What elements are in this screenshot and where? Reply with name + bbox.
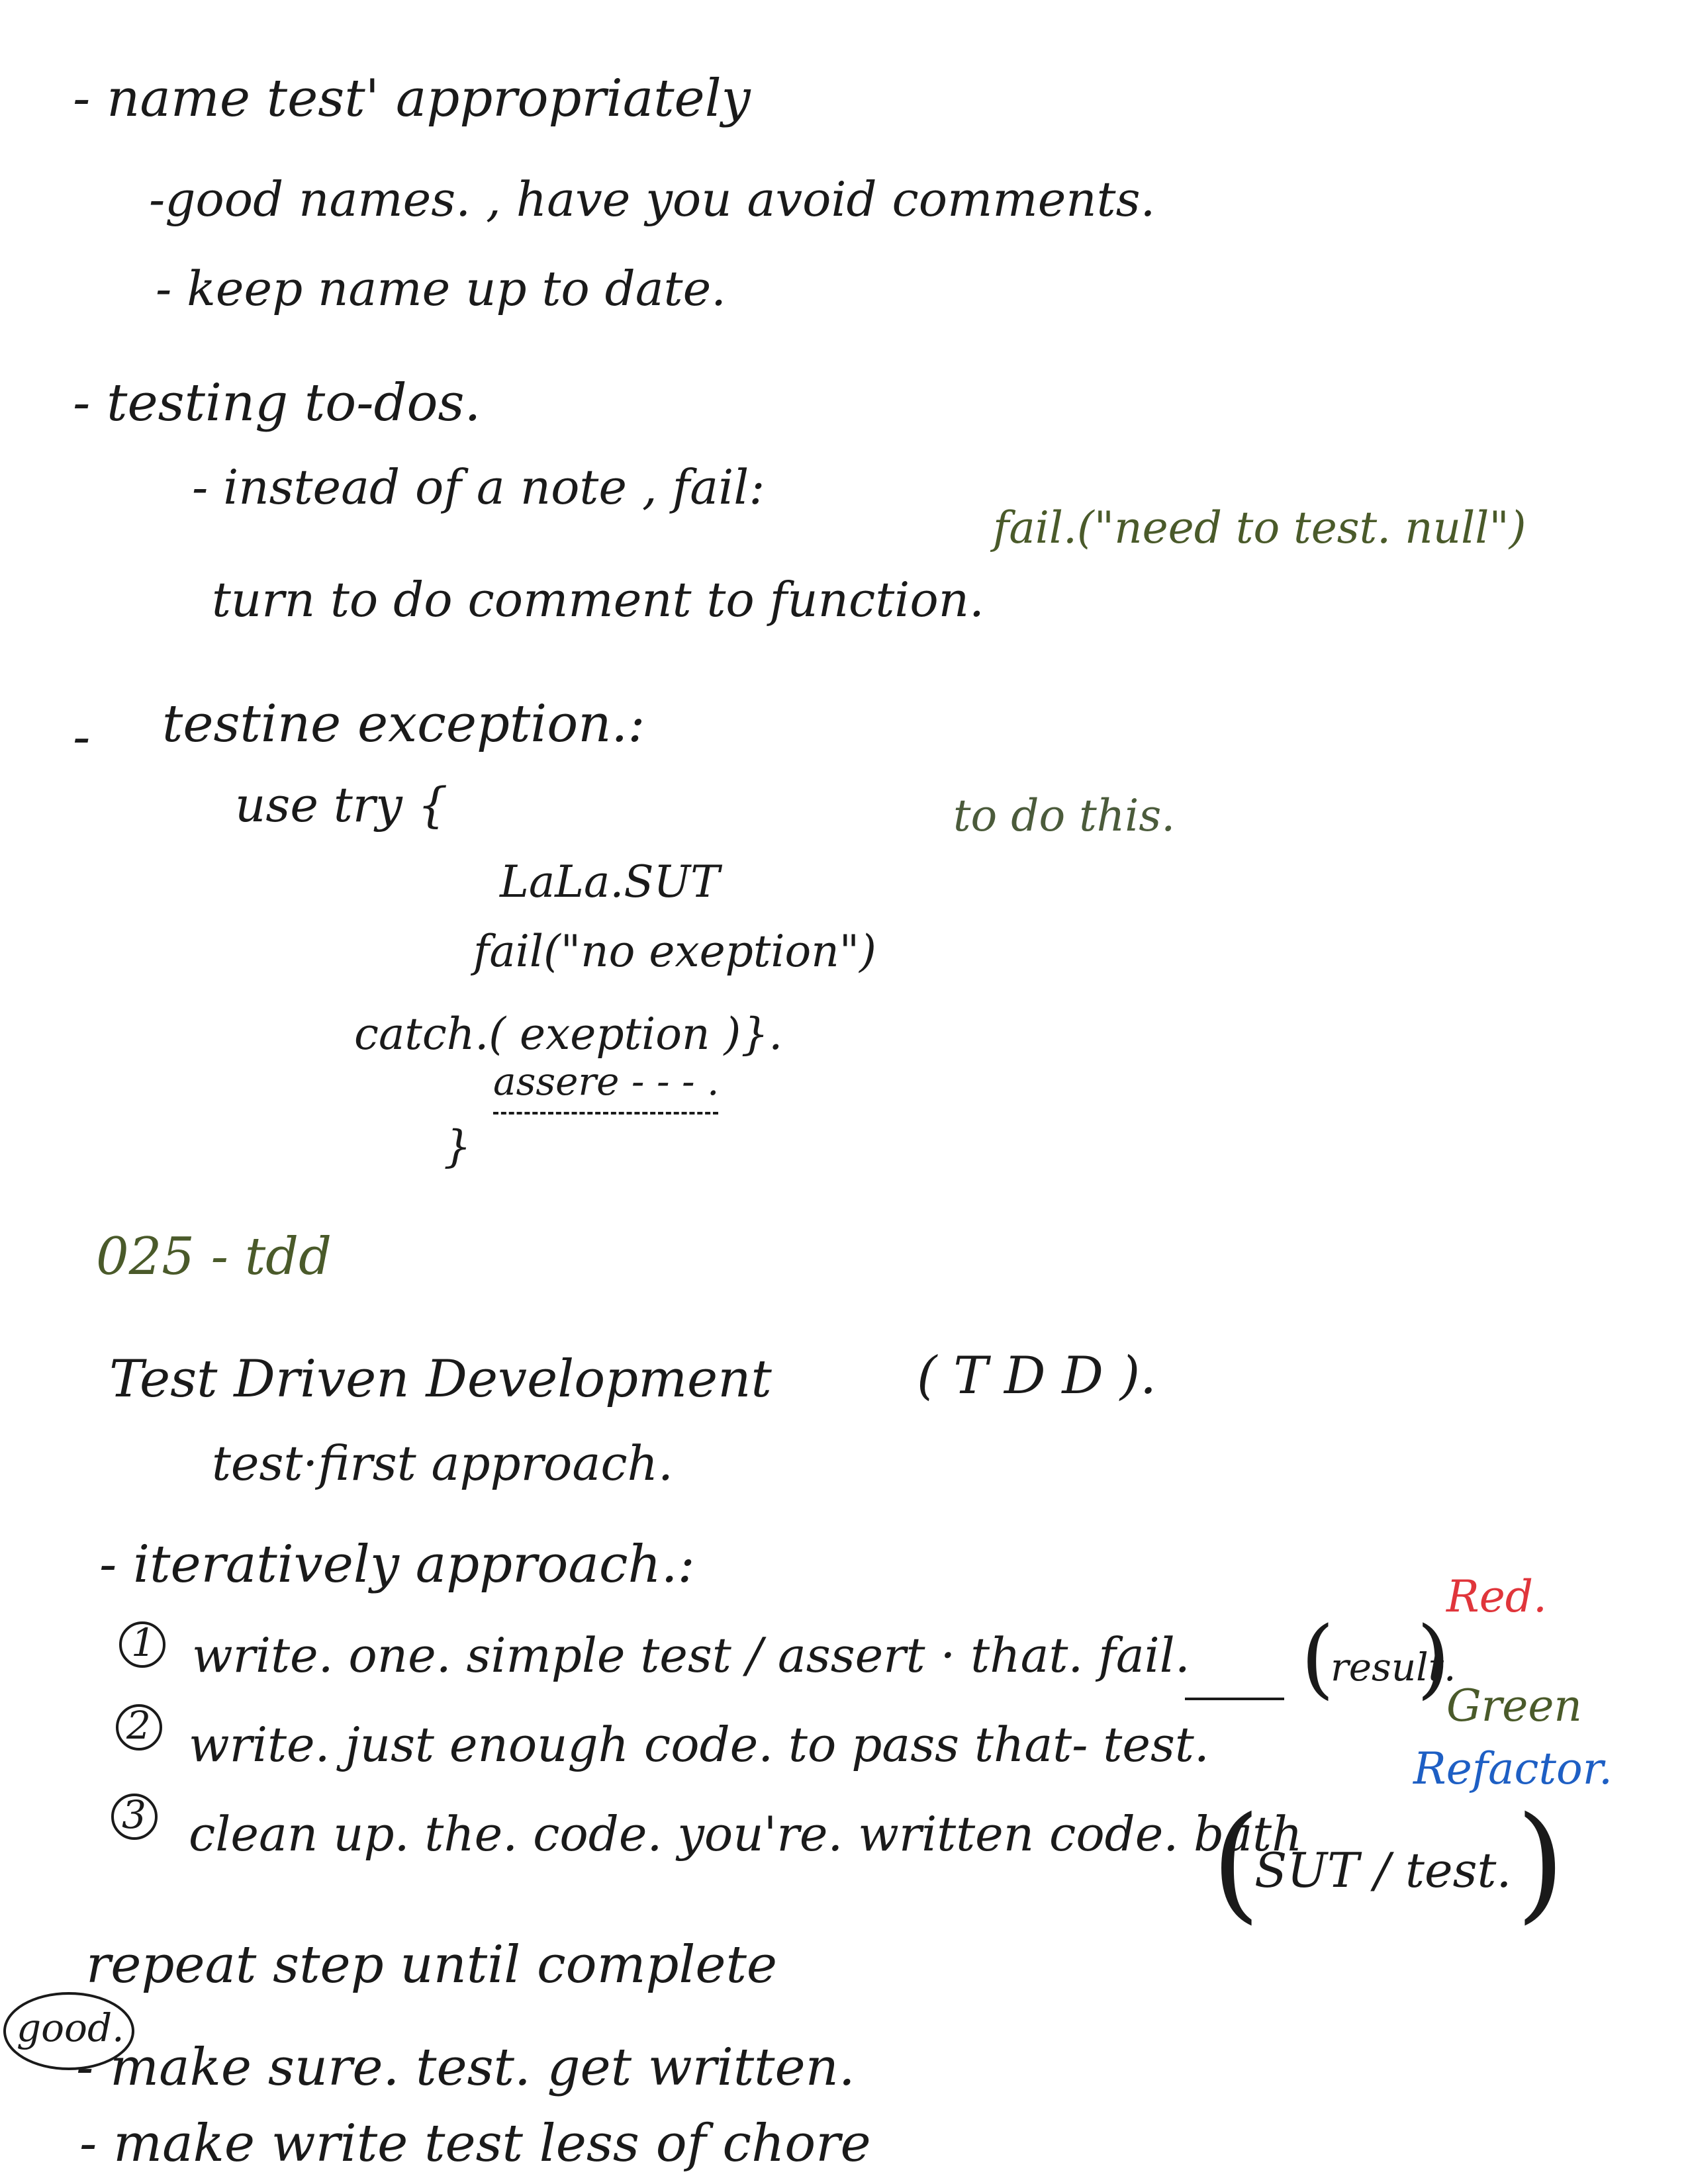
note-testing-exception: testine exception.: (162, 694, 645, 754)
code-close-brace: } (444, 1121, 471, 1172)
code-lala-sut: LaLa.SUT (500, 856, 720, 907)
note-tdd-abbrev: ( T D D ). (917, 1346, 1156, 1406)
note-todo-this: to do this. (953, 790, 1176, 841)
label-red: Red. (1446, 1571, 1547, 1622)
note-dash: - (73, 707, 91, 767)
bracket-left: ( (1211, 1790, 1261, 1936)
step-2-number: 2 (126, 1703, 151, 1748)
step-3-number: 3 (122, 1792, 146, 1837)
note-instead-of-note: - instead of a note , fail: (192, 459, 765, 515)
label-green: Green (1446, 1680, 1582, 1731)
note-make-sure: - make sure. test. get written. (76, 2038, 855, 2097)
fail-underline (1185, 1698, 1284, 1700)
note-good-names: -good names. , have you avoid comments. (149, 171, 1156, 227)
note-turn-todo: turn to do comment to function. (212, 572, 984, 627)
note-use-try: use try { (235, 777, 448, 833)
handwritten-notes-page: - name test' appropriately -good names. … (0, 0, 1688, 2184)
note-test-first: test·first approach. (212, 1435, 673, 1491)
step-3-sut-test: SUT / test. (1254, 1843, 1512, 1898)
paren-left: ( (1301, 1608, 1335, 1708)
note-make-write-test: - make write test less of chore (79, 2114, 871, 2173)
note-fail-example: fail.("need to test. null") (993, 502, 1526, 553)
note-testing-todos: - testing to-dos. (73, 373, 481, 433)
step-2-text: write. just enough code. to pass that- t… (189, 1717, 1209, 1772)
label-refactor: Refactor. (1413, 1743, 1613, 1794)
paren-right: ) (1417, 1608, 1450, 1708)
note-repeat-step: repeat step until complete (86, 1935, 778, 1995)
step-3-text: clean up. the. code. you're. written cod… (189, 1806, 1303, 1862)
note-tdd-title: Test Driven Development (109, 1349, 772, 1409)
step-1-text: write. one. simple test / assert · that.… (192, 1627, 1190, 1683)
code-fail-no-exception: fail("no exeption") (473, 926, 876, 977)
step-1-number: 1 (131, 1620, 156, 1665)
assert-dashed-underline (493, 1112, 718, 1115)
section-heading-025-tdd: 025 - tdd (96, 1227, 332, 1287)
note-name-tests: - name test' appropriately (73, 69, 751, 128)
code-catch-exception: catch.( exeption )}. (354, 1009, 783, 1060)
note-iteratively: - iteratively approach.: (99, 1535, 695, 1594)
code-assert: assere - - - . (493, 1059, 720, 1104)
note-keep-name: - keep name up to date. (156, 261, 727, 316)
bracket-right: ) (1516, 1790, 1566, 1936)
